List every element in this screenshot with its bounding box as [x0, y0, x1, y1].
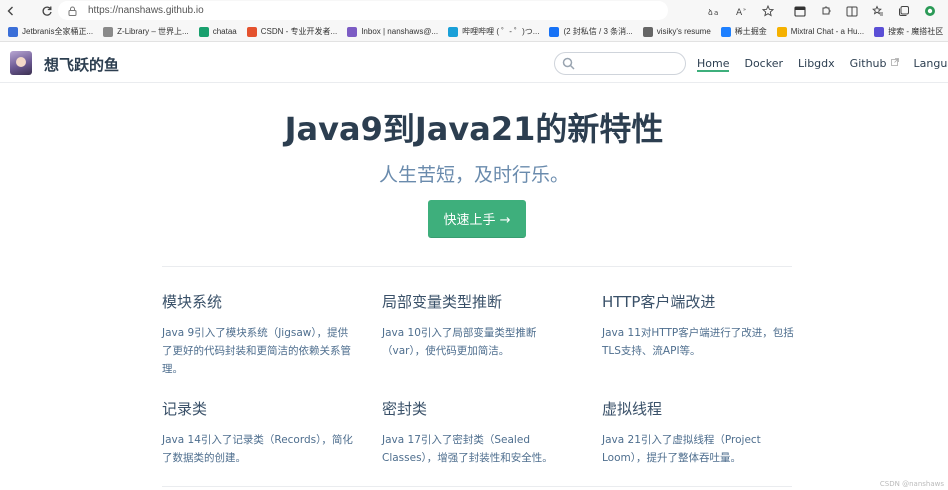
- nav-libgdx[interactable]: Libgdx: [798, 43, 835, 83]
- bookmark-label: chataa: [212, 27, 237, 36]
- feature-details: Java 9引入了模块系统（Jigsaw），提供了更好的代码封装和更简洁的依赖关…: [162, 327, 351, 375]
- bookmark-label: 搜索 - 魔搭社区: [888, 27, 944, 36]
- bookmark-item[interactable]: 搜索 - 魔搭社区: [870, 23, 947, 41]
- bookmark-favicon-icon: [8, 26, 18, 37]
- lock-icon: [68, 6, 78, 16]
- browser-toolbar: https://nanshaws.github.io ձa A»: [0, 0, 948, 22]
- divider-bottom: [162, 486, 792, 487]
- feature-details: Java 21引入了虚拟线程（Project Loom），提升了整体吞吐量。: [602, 434, 761, 464]
- feature-details: Java 17引入了密封类（Sealed Classes），增强了封装性和安全性…: [382, 434, 553, 464]
- feature-details: Java 11对HTTP客户端进行了改进，包括TLS支持、流API等。: [602, 327, 794, 357]
- url-text: https://nanshaws.github.io: [88, 5, 204, 16]
- bookmark-label: Z-Library – 世界上...: [117, 27, 189, 36]
- sidebar-icon[interactable]: [840, 1, 864, 21]
- nav-home-label: Home: [697, 56, 730, 70]
- nav-links: Home Docker Libgdx Github Languages▾: [697, 43, 948, 83]
- bookmark-item[interactable]: Jetbranis全家桶正...: [4, 23, 97, 41]
- nav-libgdx-label: Libgdx: [798, 56, 835, 70]
- bookmark-item[interactable]: 哔哩哔哩 ( ゜- ゜)つ...: [444, 23, 543, 41]
- bookmarks-bar: Jetbranis全家桶正... Z-Library – 世界上... chataa…: [0, 22, 948, 42]
- nav-github-label: Github: [849, 56, 887, 70]
- divider: [162, 266, 792, 267]
- svg-text:»: »: [743, 7, 746, 13]
- feature-records: 记录类 Java 14引入了记录类（Records），简化了数据类的创建。: [162, 398, 358, 467]
- external-link-icon: [890, 58, 899, 68]
- extensions-icon[interactable]: [814, 1, 838, 21]
- favorite-star-icon[interactable]: [756, 1, 780, 21]
- translate-icon[interactable]: ձa: [702, 1, 726, 21]
- feature-title: 虚拟线程: [602, 400, 663, 418]
- bookmark-label: 稀土掘金: [734, 27, 767, 36]
- split-screen-icon[interactable]: [788, 1, 812, 21]
- feature-sealed-classes: 密封类 Java 17引入了密封类（Sealed Classes），增强了封装性…: [382, 398, 578, 467]
- bookmark-label: (2 封私信 / 3 条消...: [563, 27, 633, 36]
- site-title[interactable]: 想飞跃的鱼: [44, 54, 119, 75]
- bookmark-item[interactable]: Z-Library – 世界上...: [99, 23, 193, 41]
- bookmark-favicon-icon: [246, 26, 257, 37]
- bookmark-label: Mixtral Chat - a Hu...: [790, 27, 865, 36]
- read-aloud-icon[interactable]: A»: [730, 1, 754, 21]
- search-icon: [562, 57, 575, 70]
- feature-http-client: HTTP客户端改进 Java 11对HTTP客户端进行了改进，包括TLS支持、流…: [602, 291, 798, 360]
- nav-languages[interactable]: Languages▾: [914, 43, 948, 83]
- bookmark-label: CSDN - 专业开发者...: [260, 27, 338, 36]
- bookmark-label: 哔哩哔哩 ( ゜- ゜)つ...: [462, 27, 540, 36]
- bookmark-favicon-icon: [549, 26, 560, 37]
- nav-docker[interactable]: Docker: [744, 43, 783, 83]
- feature-title: 记录类: [162, 400, 208, 418]
- watermark: CSDN @nanshaws: [879, 480, 944, 488]
- copilot-icon[interactable]: [918, 1, 942, 21]
- bookmark-favicon-icon: [448, 26, 459, 37]
- address-bar[interactable]: https://nanshaws.github.io: [58, 1, 668, 20]
- hero-title: Java9到Java21的新特性: [284, 110, 664, 148]
- browser-tools: ձa A»: [702, 0, 942, 22]
- bookmark-item[interactable]: 稀土掘金: [717, 23, 771, 41]
- bookmark-favicon-icon: [874, 26, 885, 37]
- nav-languages-label: Languages: [913, 56, 948, 70]
- refresh-icon[interactable]: [36, 0, 58, 22]
- collections-icon[interactable]: [892, 1, 916, 21]
- bookmark-item[interactable]: Inbox | nanshaws@...: [343, 23, 442, 41]
- nav-github[interactable]: Github: [850, 43, 899, 83]
- bookmark-favicon-icon: [776, 26, 787, 37]
- feature-title: 模块系统: [162, 293, 223, 311]
- bookmark-favicon-icon: [198, 26, 209, 37]
- feature-title: 局部变量类型推断: [382, 293, 503, 311]
- svg-text:a: a: [714, 9, 718, 17]
- site-logo[interactable]: [10, 51, 32, 75]
- feature-module-system: 模块系统 Java 9引入了模块系统（Jigsaw），提供了更好的代码封装和更简…: [162, 291, 358, 378]
- bookmark-favicon-icon: [720, 26, 731, 37]
- bookmark-item[interactable]: visiky's resume: [639, 23, 715, 41]
- feature-details: Java 10引入了局部变量类型推断（var），使代码更加简洁。: [382, 327, 537, 357]
- feature-title: HTTP客户端改进: [602, 293, 716, 311]
- bookmark-label: visiky's resume: [656, 27, 711, 36]
- feature-virtual-threads: 虚拟线程 Java 21引入了虚拟线程（Project Loom），提升了整体吞…: [602, 398, 798, 467]
- bookmark-item[interactable]: Mixtral Chat - a Hu...: [773, 23, 868, 41]
- svg-text:A: A: [736, 8, 743, 17]
- bookmark-favicon-icon: [642, 26, 653, 37]
- search-input[interactable]: [554, 52, 686, 75]
- get-started-button[interactable]: 快速上手 →: [428, 200, 526, 238]
- hero-subtitle: 人生苦短，及时行乐。: [378, 164, 569, 186]
- feature-var-inference: 局部变量类型推断 Java 10引入了局部变量类型推断（var），使代码更加简洁…: [382, 291, 578, 360]
- nav-home[interactable]: Home: [697, 43, 730, 83]
- feature-details: Java 14引入了记录类（Records），简化了数据类的创建。: [162, 434, 353, 464]
- bookmark-favicon-icon: [103, 26, 114, 37]
- bookmark-label: Inbox | nanshaws@...: [361, 27, 439, 36]
- feature-title: 密封类: [382, 400, 428, 418]
- bookmark-item[interactable]: chataa: [195, 23, 241, 41]
- bookmark-favicon-icon: [347, 26, 358, 37]
- bookmark-item[interactable]: CSDN - 专业开发者...: [243, 23, 341, 41]
- back-icon[interactable]: [0, 0, 22, 22]
- favorites-icon[interactable]: [866, 1, 890, 21]
- nav-docker-label: Docker: [744, 56, 784, 70]
- svg-text:ձ: ձ: [708, 8, 713, 17]
- site-navbar: 想飞跃的鱼 Home Docker Libgdx Github Language…: [0, 43, 948, 83]
- bookmark-label: Jetbranis全家桶正...: [22, 27, 94, 36]
- bookmark-item[interactable]: (2 封私信 / 3 条消...: [545, 23, 636, 41]
